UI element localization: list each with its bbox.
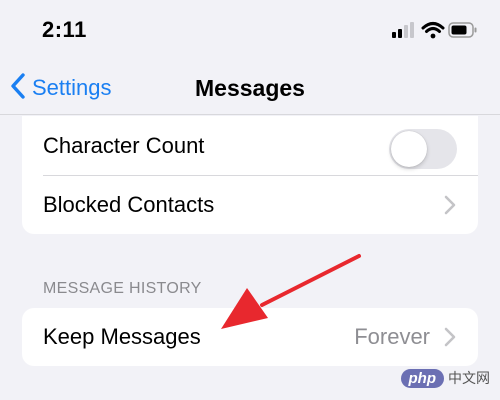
chevron-right-icon	[444, 327, 456, 347]
section-header-message-history: MESSAGE HISTORY	[43, 280, 202, 297]
battery-icon	[448, 22, 477, 38]
character-count-label: Character Count	[43, 132, 205, 158]
watermark-logo: php	[400, 368, 444, 388]
row-divider	[43, 175, 478, 176]
wifi-icon	[421, 22, 445, 39]
keep-messages-label: Keep Messages	[43, 324, 201, 349]
status-icons	[392, 20, 478, 40]
watermark-text: 中文网	[448, 370, 490, 386]
toggle-knob	[391, 131, 427, 167]
nav-divider	[0, 114, 500, 115]
chevron-right-icon	[444, 195, 456, 215]
status-bar: 2:11	[0, 0, 500, 62]
character-count-toggle[interactable]	[389, 129, 457, 169]
cellular-signal-icon	[392, 22, 414, 38]
keep-messages-value: Forever	[354, 324, 430, 349]
page-title: Messages	[195, 75, 305, 101]
blocked-contacts-row[interactable]: Blocked Contacts	[22, 175, 478, 234]
status-time: 2:11	[42, 17, 87, 42]
keep-messages-row[interactable]: Keep Messages Forever	[22, 308, 478, 366]
blocked-contacts-label: Blocked Contacts	[43, 191, 215, 217]
navigation-bar: Settings Messages	[0, 62, 500, 114]
character-count-row: Character Count	[22, 116, 478, 175]
watermark: php 中文网	[400, 366, 490, 390]
message-history-group: Keep Messages Forever	[22, 308, 478, 366]
